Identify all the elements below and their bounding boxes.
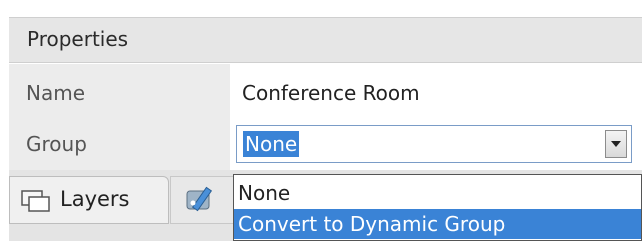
layers-icon (21, 190, 50, 212)
name-label: Name (26, 81, 86, 105)
tab-other[interactable] (170, 176, 234, 224)
properties-header: Properties (9, 17, 642, 63)
group-combobox[interactable]: None (236, 125, 632, 163)
name-value: Conference Room (242, 81, 420, 105)
group-label: Group (26, 132, 87, 156)
group-value-cell: None (230, 120, 642, 172)
group-dropdown-list: None Convert to Dynamic Group (233, 174, 642, 241)
group-label-cell: Group (9, 120, 230, 170)
tab-layers-label: Layers (60, 187, 130, 211)
pencil-palette-icon (186, 186, 213, 212)
name-value-field[interactable]: Conference Room (230, 64, 642, 120)
properties-panel: Properties Name Conference Room Group No… (0, 0, 642, 241)
chevron-down-icon (611, 141, 621, 147)
dropdown-option-convert-dynamic-group[interactable]: Convert to Dynamic Group (234, 209, 641, 239)
group-selected-value: None (243, 131, 300, 157)
dropdown-option-none[interactable]: None (234, 178, 641, 208)
dropdown-button[interactable] (605, 130, 627, 158)
name-label-cell: Name (9, 64, 230, 120)
tab-layers[interactable]: Layers (9, 176, 169, 224)
properties-title: Properties (27, 27, 129, 51)
